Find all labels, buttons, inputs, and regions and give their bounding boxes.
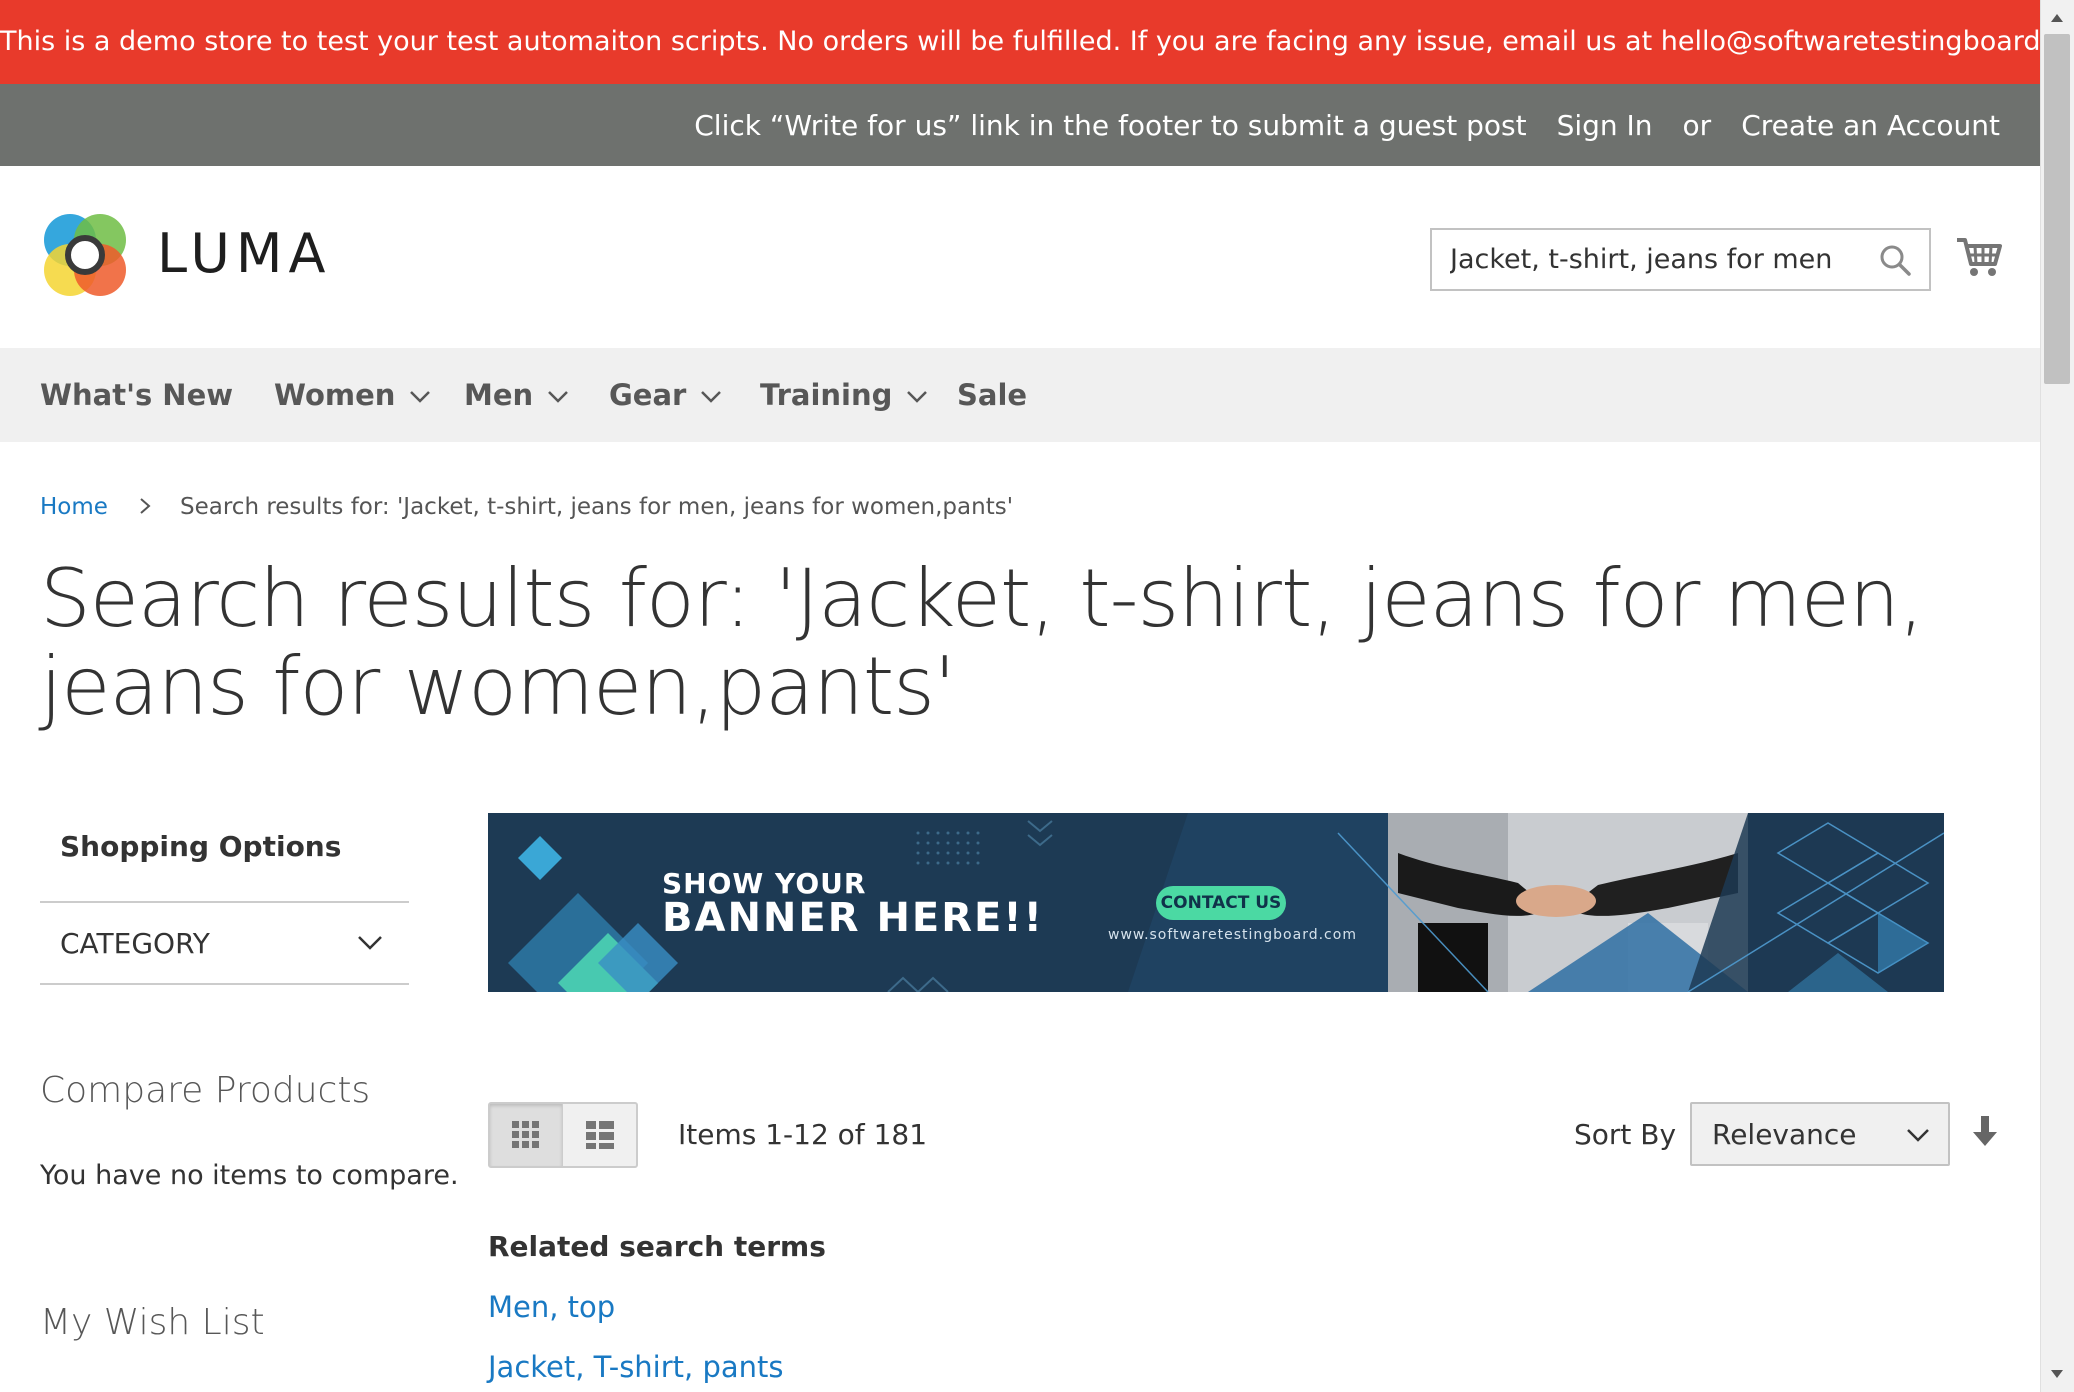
chevron-right-icon xyxy=(140,498,151,514)
or-separator: or xyxy=(1682,108,1712,142)
nav-label: Sale xyxy=(957,378,1028,412)
create-account-link[interactable]: Create an Account xyxy=(1741,109,2000,142)
breadcrumb-current: Search results for: 'Jacket, t-shirt, je… xyxy=(180,494,1014,520)
chevron-down-icon xyxy=(358,936,382,950)
demo-notice-bar: This is a demo store to test your test a… xyxy=(0,0,2074,84)
scrollbar-thumb[interactable] xyxy=(2044,34,2070,384)
search-box xyxy=(1430,228,1931,291)
compare-empty-message: You have no items to compare. xyxy=(40,1160,459,1191)
related-term-link[interactable]: Jacket, T-shirt, pants xyxy=(488,1350,784,1384)
list-view-button[interactable] xyxy=(563,1104,636,1166)
scroll-up-arrow-icon[interactable] xyxy=(2049,12,2065,24)
chevron-down-icon xyxy=(907,391,928,403)
sort-direction-arrow-icon[interactable] xyxy=(1972,1114,1998,1148)
category-filter-label: Category xyxy=(60,927,210,960)
chevron-down-icon xyxy=(410,391,431,403)
page-title: Search results for: 'Jacket, t-shirt, je… xyxy=(40,552,1924,733)
chevron-down-icon xyxy=(548,391,569,403)
nav-label: Gear xyxy=(609,378,687,412)
compare-products-heading: Compare Products xyxy=(40,1070,371,1111)
luma-logo-icon[interactable] xyxy=(40,210,130,300)
sort-by-label: Sort By xyxy=(1574,1118,1677,1151)
logo-wordmark[interactable]: LUMA xyxy=(157,222,331,285)
grid-icon xyxy=(512,1121,539,1148)
guest-post-message: Click “Write for us” link in the footer … xyxy=(694,108,1527,142)
nav-gear[interactable]: Gear xyxy=(609,348,722,442)
nav-sale[interactable]: Sale xyxy=(957,348,1027,442)
category-filter[interactable]: Category xyxy=(40,901,409,985)
scroll-down-arrow-icon[interactable] xyxy=(2049,1368,2065,1380)
chevron-down-icon xyxy=(701,391,722,403)
nav-training[interactable]: Training xyxy=(760,348,928,442)
top-panel: Click “Write for us” link in the footer … xyxy=(0,84,2040,166)
sign-in-link[interactable]: Sign In xyxy=(1557,109,1653,142)
list-icon xyxy=(585,1121,614,1149)
view-mode-switcher xyxy=(488,1102,638,1168)
nav-men[interactable]: Men xyxy=(464,348,569,442)
sort-selected-value: Relevance xyxy=(1712,1118,1857,1151)
search-icon[interactable] xyxy=(1879,244,1911,276)
cart-icon[interactable] xyxy=(1955,232,2003,280)
banner-url: www.softwaretestingboard.com xyxy=(1108,927,1357,943)
breadcrumb-home-link[interactable]: Home xyxy=(40,494,108,520)
banner-contact-button[interactable]: CONTACT US xyxy=(1156,886,1286,920)
sort-by-select[interactable]: Relevance xyxy=(1690,1102,1950,1166)
nav-label: Women xyxy=(274,378,396,412)
nav-label: Training xyxy=(760,378,893,412)
nav-label: Men xyxy=(464,378,534,412)
chevron-down-icon xyxy=(1907,1129,1929,1142)
main-navigation: What's New Women Men Gear Training Sale xyxy=(0,348,2040,442)
banner-headline-2: BANNER HERE!! xyxy=(662,895,1044,941)
grid-view-button[interactable] xyxy=(490,1104,563,1166)
nav-women[interactable]: Women xyxy=(274,348,431,442)
nav-whats-new[interactable]: What's New xyxy=(40,348,233,442)
search-input[interactable] xyxy=(1432,230,1852,289)
items-count: Items 1-12 of 181 xyxy=(678,1118,928,1151)
promo-banner[interactable]: SHOW YOUR BANNER HERE!! CONTACT US www.s… xyxy=(488,813,1944,992)
wishlist-heading: My Wish List xyxy=(40,1302,265,1343)
related-term-link[interactable]: Men, top xyxy=(488,1290,615,1324)
nav-label: What's New xyxy=(40,378,234,412)
shopping-options-heading: Shopping Options xyxy=(60,830,342,863)
related-search-terms-heading: Related search terms xyxy=(488,1230,826,1263)
